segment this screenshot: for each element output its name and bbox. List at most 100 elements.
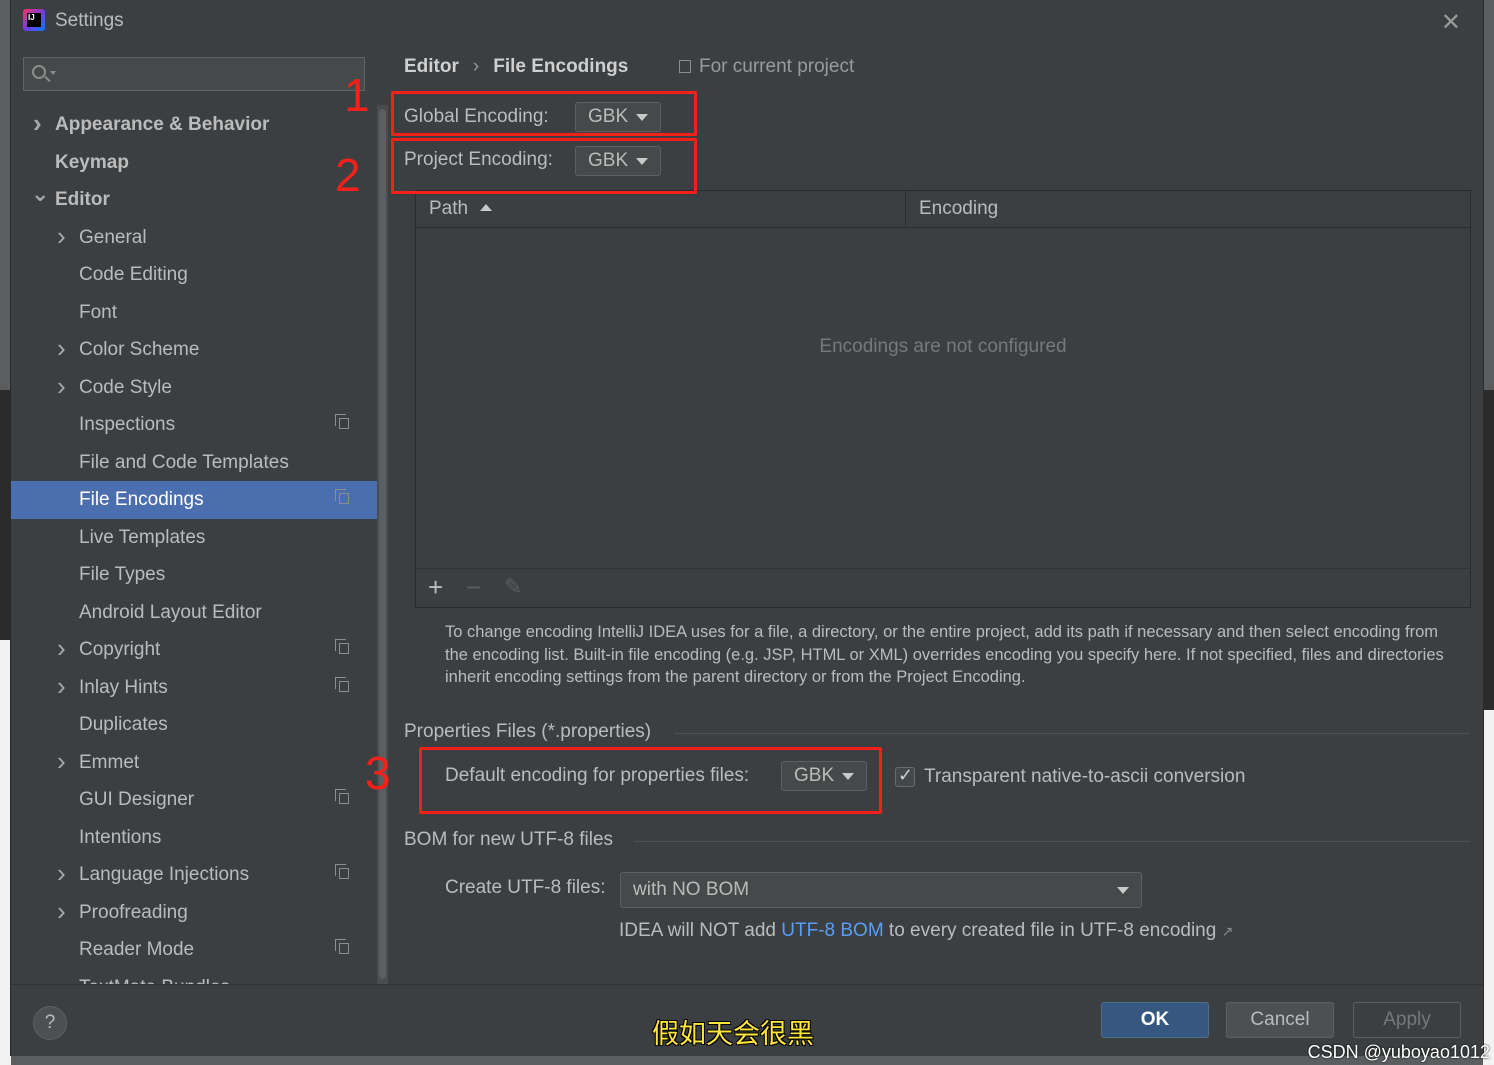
annotation-number-1: 1 — [344, 69, 370, 121]
breadcrumb-editor[interactable]: Editor — [404, 56, 459, 77]
tree-item-file-encodings[interactable]: File Encodings — [11, 481, 377, 519]
column-header-path[interactable]: Path — [416, 191, 906, 227]
scope-indicator: For current project — [679, 56, 854, 78]
cancel-button[interactable]: Cancel — [1226, 1002, 1334, 1038]
chevron-right-icon[interactable] — [57, 744, 66, 785]
table-header: Path Encoding — [416, 191, 1470, 228]
tree-item-inlay-hints[interactable]: Inlay Hints — [11, 669, 377, 707]
background-ide-left-light — [0, 640, 11, 1065]
section-divider — [674, 733, 1470, 734]
transparent-native-to-ascii-label[interactable]: Transparent native-to-ascii conversion — [924, 766, 1245, 788]
tree-item-gui-designer[interactable]: GUI Designer — [11, 781, 377, 819]
tree-item-android-layout-editor[interactable]: Android Layout Editor — [11, 594, 377, 632]
background-ide-left — [0, 390, 11, 640]
project-scope-icon — [335, 639, 349, 654]
search-options-caret-icon[interactable] — [50, 71, 56, 75]
ok-button[interactable]: OK — [1101, 1002, 1209, 1038]
chevron-right-icon[interactable] — [57, 856, 66, 897]
tree-item-appearance-behavior[interactable]: Appearance & Behavior — [11, 106, 377, 144]
background-ide-right-light — [1483, 710, 1494, 1065]
create-utf8-combo[interactable]: with NO BOM — [620, 872, 1142, 908]
tree-item-reader-mode[interactable]: Reader Mode — [11, 931, 377, 969]
tree-item-proofreading[interactable]: Proofreading — [11, 894, 377, 932]
edit-pencil-icon[interactable]: ✎ — [504, 572, 522, 602]
breadcrumb-file-encodings: File Encodings — [493, 56, 629, 77]
section-divider — [634, 841, 1470, 842]
tree-item-duplicates[interactable]: Duplicates — [11, 706, 377, 744]
title-bar: IJ Settings ✕ — [11, 0, 1483, 44]
annotation-box-3 — [419, 747, 882, 814]
csdn-watermark: CSDN @yuboyao1012 — [1307, 1042, 1490, 1062]
tree-item-code-style[interactable]: Code Style — [11, 369, 377, 407]
apply-button[interactable]: Apply — [1353, 1002, 1461, 1038]
window-title: Settings — [55, 10, 124, 31]
sidebar-scrollbar[interactable] — [377, 105, 388, 985]
project-scope-icon — [679, 60, 691, 73]
external-link-icon[interactable]: ↗ — [1222, 923, 1234, 939]
help-button[interactable]: ? — [33, 1006, 67, 1040]
dialog-footer: ? 假如天会很黑 OK Cancel Apply — [11, 984, 1483, 1056]
tree-item-copyright[interactable]: Copyright — [11, 631, 377, 669]
properties-section-title: Properties Files (*.properties) — [404, 721, 652, 742]
utf8-bom-link[interactable]: UTF-8 BOM — [781, 920, 883, 941]
tree-item-intentions[interactable]: Intentions — [11, 819, 377, 857]
chevron-down-icon[interactable] — [31, 181, 49, 221]
annotation-box-2 — [391, 138, 697, 194]
tree-item-language-injections[interactable]: Language Injections — [11, 856, 377, 894]
project-scope-icon — [335, 414, 349, 429]
encoding-help-text: To change encoding IntelliJ IDEA uses fo… — [445, 623, 1444, 686]
settings-search[interactable] — [23, 57, 365, 91]
annotation-number-3: 3 — [365, 747, 391, 799]
table-empty-text: Encodings are not configured — [819, 336, 1067, 357]
chevron-right-icon[interactable] — [57, 219, 66, 260]
tree-item-textmate-bundles[interactable]: TextMate Bundles — [11, 969, 377, 985]
encodings-table[interactable]: Path Encoding Encodings are not configur… — [415, 190, 1471, 608]
settings-dialog: IJ Settings ✕ Appearance & Behavior Keym… — [11, 0, 1483, 1056]
add-icon[interactable]: + — [428, 572, 443, 602]
tree-item-general[interactable]: General — [11, 219, 377, 257]
search-input[interactable] — [60, 62, 354, 88]
tree-item-inspections[interactable]: Inspections — [11, 406, 377, 444]
project-scope-icon — [335, 864, 349, 879]
bom-note: IDEA will NOT add UTF-8 BOM to every cre… — [619, 920, 1234, 941]
sort-ascending-icon — [480, 204, 493, 211]
annotation-box-1 — [391, 91, 697, 136]
chevron-right-icon[interactable] — [57, 369, 66, 410]
tree-item-color-scheme[interactable]: Color Scheme — [11, 331, 377, 369]
background-ide-right — [1483, 390, 1494, 710]
chevron-right-icon[interactable] — [57, 894, 66, 935]
project-scope-icon — [335, 939, 349, 954]
dropdown-arrow-icon — [1117, 887, 1129, 894]
chevron-right-icon[interactable] — [33, 106, 42, 147]
tree-item-emmet[interactable]: Emmet — [11, 744, 377, 782]
tree-item-editor[interactable]: Editor — [11, 181, 377, 219]
settings-sidebar: Appearance & Behavior Keymap Editor Gene… — [11, 44, 377, 984]
chevron-right-icon[interactable] — [57, 631, 66, 672]
create-utf8-label: Create UTF-8 files: — [445, 877, 606, 898]
close-icon[interactable]: ✕ — [1441, 8, 1461, 37]
chevron-right-icon[interactable] — [57, 669, 66, 710]
annotation-number-2: 2 — [335, 149, 361, 201]
search-icon — [32, 65, 46, 79]
video-subtitle: 假如天会很黑 — [652, 1019, 814, 1050]
bom-section-title: BOM for new UTF-8 files — [404, 829, 614, 850]
project-scope-icon — [335, 789, 349, 804]
breadcrumb-separator-icon: › — [472, 56, 480, 77]
tree-item-code-editing[interactable]: Code Editing — [11, 256, 377, 294]
project-scope-icon — [335, 489, 349, 504]
table-toolbar: + − ✎ — [416, 568, 1470, 607]
tree-item-file-types[interactable]: File Types — [11, 556, 377, 594]
column-header-encoding[interactable]: Encoding — [906, 191, 1470, 227]
tree-item-file-and-code-templates[interactable]: File and Code Templates — [11, 444, 377, 482]
breadcrumb: Editor › File Encodings — [404, 56, 628, 78]
tree-item-live-templates[interactable]: Live Templates — [11, 519, 377, 557]
chevron-right-icon[interactable] — [57, 331, 66, 372]
settings-tree: Appearance & Behavior Keymap Editor Gene… — [11, 106, 377, 984]
project-scope-icon — [335, 676, 349, 692]
tree-item-font[interactable]: Font — [11, 294, 377, 332]
intellij-app-icon: IJ — [23, 9, 45, 31]
transparent-native-to-ascii-checkbox[interactable] — [895, 765, 915, 787]
remove-icon[interactable]: − — [466, 572, 481, 602]
tree-item-keymap[interactable]: Keymap — [11, 144, 377, 182]
file-encodings-panel: Editor › File Encodings For current projec… — [335, 44, 1483, 984]
